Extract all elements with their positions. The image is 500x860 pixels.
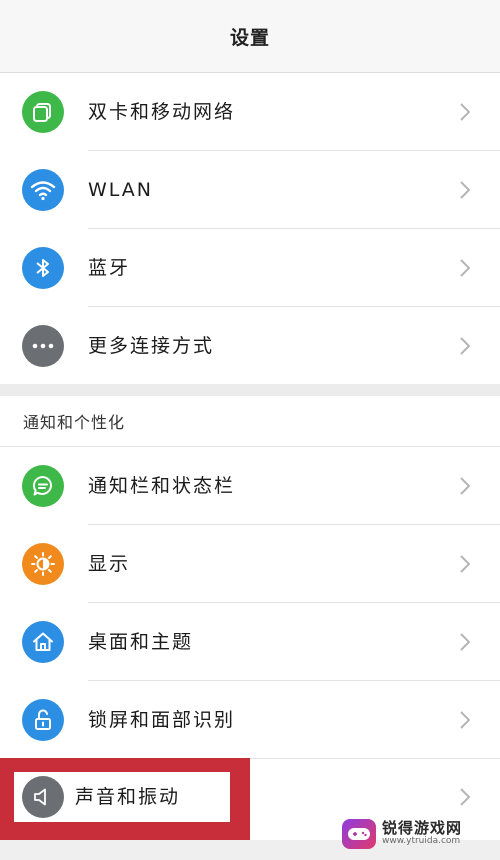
connectivity-group: 双卡和移动网络 WLAN 蓝牙 更多连接方式 — [0, 73, 500, 384]
speaker-icon — [22, 776, 64, 818]
chevron-right-icon — [460, 181, 470, 199]
settings-item-label: WLAN — [88, 179, 154, 201]
watermark-url: www.ytruida.com — [382, 836, 461, 847]
chevron-right-icon — [460, 477, 470, 495]
sim-card-icon — [22, 91, 64, 133]
notification-bubble-icon — [22, 465, 64, 507]
watermark-name: 锐得游戏网 — [382, 819, 463, 838]
wifi-icon — [22, 169, 64, 211]
watermark: 锐得游戏网 www.ytruida.com — [342, 814, 492, 854]
settings-item-label: 蓝牙 — [88, 257, 131, 279]
section-title: 通知和个性化 — [23, 413, 126, 432]
settings-item-label: 声音和振动 — [75, 786, 181, 808]
bluetooth-icon — [22, 247, 64, 289]
gamepad-logo-icon — [342, 819, 376, 849]
settings-item-label: 通知栏和状态栏 — [88, 475, 236, 497]
lock-icon — [22, 699, 64, 741]
settings-item-label: 更多连接方式 — [88, 335, 215, 357]
brightness-icon — [22, 543, 64, 585]
more-dots-icon — [22, 325, 64, 367]
chevron-right-icon — [460, 103, 470, 121]
settings-item-desktop-theme[interactable]: 桌面和主题 — [0, 603, 500, 681]
settings-item-label: 显示 — [88, 553, 131, 575]
group-separator — [0, 384, 500, 396]
settings-item-wlan[interactable]: WLAN — [0, 151, 500, 229]
chevron-right-icon — [460, 555, 470, 573]
settings-item-label: 桌面和主题 — [88, 631, 194, 653]
home-icon — [22, 621, 64, 663]
settings-item-bluetooth[interactable]: 蓝牙 — [0, 229, 500, 307]
settings-item-display[interactable]: 显示 — [0, 525, 500, 603]
settings-item-notification-bar[interactable]: 通知栏和状态栏 — [0, 447, 500, 525]
chevron-right-icon — [460, 259, 470, 277]
section-header: 通知和个性化 — [0, 396, 500, 446]
page-title: 设置 — [229, 26, 270, 49]
title-bar: 设置 — [0, 0, 500, 73]
chevron-right-icon — [460, 788, 470, 806]
settings-item-dual-sim[interactable]: 双卡和移动网络 — [0, 73, 500, 151]
settings-item-more-connections[interactable]: 更多连接方式 — [0, 307, 500, 385]
chevron-right-icon — [460, 633, 470, 651]
chevron-right-icon — [460, 337, 470, 355]
chevron-right-icon — [460, 711, 470, 729]
settings-item-label: 锁屏和面部识别 — [88, 709, 236, 731]
settings-item-label: 双卡和移动网络 — [88, 101, 236, 123]
settings-item-lock-screen[interactable]: 锁屏和面部识别 — [0, 681, 500, 759]
